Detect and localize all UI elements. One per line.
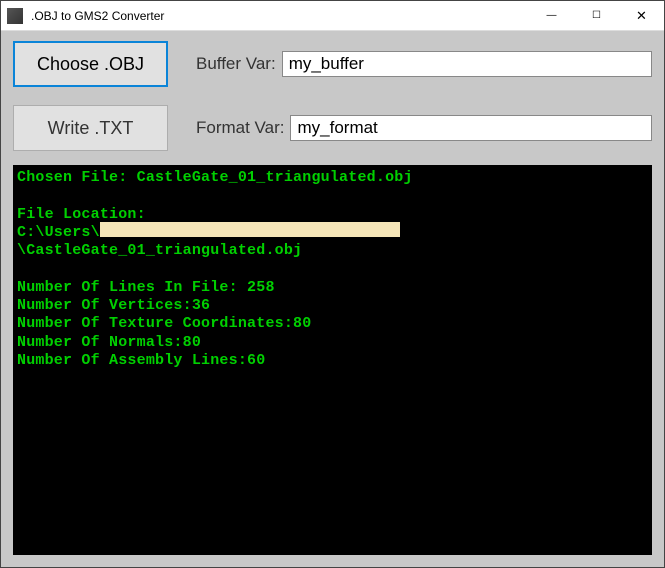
format-var-input[interactable] bbox=[290, 115, 652, 141]
console-assembly: 60 bbox=[247, 352, 265, 369]
buffer-var-input[interactable] bbox=[282, 51, 652, 77]
controls-grid: Choose .OBJ Buffer Var: Write .TXT Forma… bbox=[13, 41, 652, 151]
format-var-row: Format Var: bbox=[196, 115, 652, 141]
console-assembly-label: Number Of Assembly Lines: bbox=[17, 352, 247, 369]
redacted-path-segment bbox=[100, 222, 400, 237]
console-verts: 36 bbox=[192, 297, 210, 314]
titlebar: .OBJ to GMS2 Converter — ☐ ✕ bbox=[1, 1, 664, 31]
console-lines-label: Number Of Lines In File: bbox=[17, 279, 238, 296]
console-path-suffix: \CastleGate_01_triangulated.obj bbox=[17, 242, 302, 259]
console-chosen-file-label: Chosen File: bbox=[17, 169, 127, 186]
console-lines: 258 bbox=[247, 279, 275, 296]
minimize-button[interactable]: — bbox=[529, 1, 574, 30]
choose-obj-button[interactable]: Choose .OBJ bbox=[13, 41, 168, 87]
console-normals-label: Number Of Normals: bbox=[17, 334, 183, 351]
console-chosen-file-name: CastleGate_01_triangulated.obj bbox=[137, 169, 413, 186]
console-file-location-label: File Location: bbox=[17, 206, 146, 223]
window-title: .OBJ to GMS2 Converter bbox=[31, 9, 529, 23]
console-tex-label: Number Of Texture Coordinates: bbox=[17, 315, 293, 332]
console-normals: 80 bbox=[183, 334, 201, 351]
close-button[interactable]: ✕ bbox=[619, 1, 664, 30]
write-txt-button[interactable]: Write .TXT bbox=[13, 105, 168, 151]
window-controls: — ☐ ✕ bbox=[529, 1, 664, 30]
buffer-var-label: Buffer Var: bbox=[196, 54, 276, 74]
maximize-button[interactable]: ☐ bbox=[574, 1, 619, 30]
buffer-var-row: Buffer Var: bbox=[196, 51, 652, 77]
console-path-prefix: C:\Users\ bbox=[17, 224, 100, 241]
app-icon bbox=[7, 8, 23, 24]
app-window: .OBJ to GMS2 Converter — ☐ ✕ Choose .OBJ… bbox=[0, 0, 665, 568]
console-verts-label: Number Of Vertices: bbox=[17, 297, 192, 314]
console-output: Chosen File: CastleGate_01_triangulated.… bbox=[13, 165, 652, 555]
client-area: Choose .OBJ Buffer Var: Write .TXT Forma… bbox=[1, 31, 664, 567]
format-var-label: Format Var: bbox=[196, 118, 284, 138]
console-tex: 80 bbox=[293, 315, 311, 332]
